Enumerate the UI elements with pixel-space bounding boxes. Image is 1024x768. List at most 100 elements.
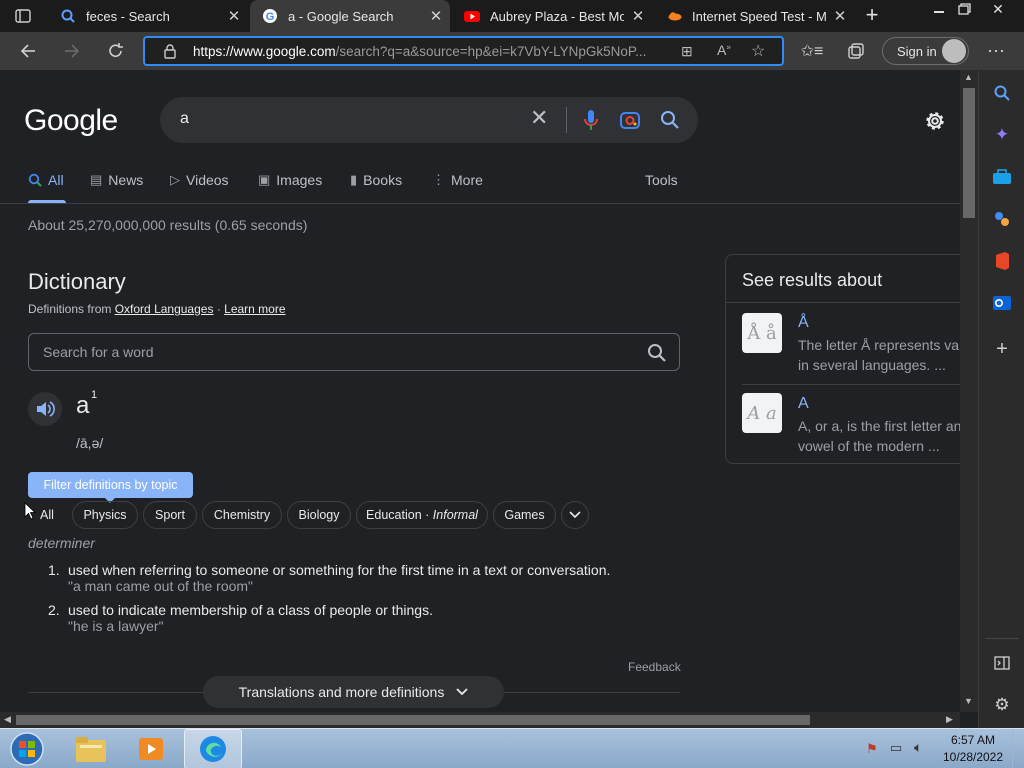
pronunciation-play-button[interactable] [28,392,62,426]
tools-button[interactable]: Tools [645,172,678,188]
sidebar-add-button[interactable]: + [991,338,1013,360]
result-title-link[interactable]: Å [798,314,809,332]
tab-all[interactable]: All [28,172,64,188]
lens-camera-icon[interactable] [620,111,640,129]
google-icon: G [263,9,277,23]
google-logo[interactable]: Google [24,104,118,138]
chip-chemistry[interactable]: Chemistry [202,501,282,529]
result-thumbnail[interactable]: A a [742,393,782,433]
new-tab-button[interactable]: + [860,4,884,28]
vertical-scrollbar[interactable]: ▲ ▼ [960,70,978,712]
sidebar-tools-button[interactable] [991,166,1013,188]
sidebar-settings-button[interactable]: ⚙ [991,694,1013,716]
collections-button[interactable] [840,32,872,70]
sidebar-outlook-button[interactable] [991,292,1013,314]
scroll-left-arrow-icon[interactable]: ◀ [4,714,11,725]
scroll-up-arrow-icon[interactable]: ▲ [964,72,973,82]
vertical-scroll-thumb[interactable] [963,88,975,218]
minimize-button[interactable] [928,2,950,16]
tab-more[interactable]: ⋮ More [432,172,483,188]
taskbar-media-player-button[interactable] [122,729,180,768]
scroll-right-arrow-icon[interactable]: ▶ [946,714,953,725]
chip-games[interactable]: Games [493,501,556,529]
scroll-down-arrow-icon[interactable]: ▼ [964,696,973,706]
close-tab-icon[interactable]: ✕ [220,7,248,25]
favorites-button[interactable]: ✩≡ [796,32,828,70]
microphone-icon[interactable] [582,109,600,133]
settings-and-more-button[interactable]: ⋯ [980,32,1012,70]
tab-label: All [48,172,64,188]
learn-more-link[interactable]: Learn more [224,302,285,316]
browser-tab-active[interactable]: G a - Google Search ✕ [250,0,450,32]
bing-search-icon [61,9,75,23]
address-bar[interactable]: https://www.google.com/search?q=a&source… [143,36,784,66]
tab-books[interactable]: ▮ Books [350,172,402,188]
favorite-star-icon[interactable]: ☆ [751,41,765,61]
tab-label: Images [276,172,323,188]
result-title-link[interactable]: A [798,395,809,413]
browser-tab[interactable]: feces - Search ✕ [48,0,248,32]
news-icon: ▤ [90,172,103,187]
volume-icon[interactable]: 🔈︎ [914,739,922,756]
search-input[interactable]: a [180,110,189,128]
forward-button[interactable] [56,32,88,70]
oxford-languages-link[interactable]: Oxford Languages [115,302,214,316]
word-search-input[interactable]: Search for a word [28,333,680,371]
feedback-link[interactable]: Feedback [628,660,681,674]
network-icon[interactable]: ▭ [890,740,902,756]
horizontal-scrollbar[interactable]: ◀ ▶ [0,712,960,728]
tab-images[interactable]: ▣ Images [258,172,322,188]
sign-in-button[interactable]: Sign in [882,37,969,65]
tab-news[interactable]: ▤ News [90,172,143,188]
search-icon[interactable] [647,343,667,363]
tab-videos[interactable]: ▷ Videos [170,172,229,188]
browser-tab[interactable]: Aubrey Plaza - Best Mom ✕ [452,0,652,32]
chip-physics[interactable]: Physics [72,501,138,529]
settings-gear-icon[interactable] [922,108,948,134]
tab-label: Videos [186,172,229,188]
more-chips-button[interactable] [561,501,589,529]
refresh-button[interactable] [100,32,132,70]
search-icon[interactable] [660,110,680,130]
sidebar-office-button[interactable] [991,250,1013,272]
chip-biology[interactable]: Biology [287,501,351,529]
translations-more-definitions-button[interactable]: Translations and more definitions [203,676,504,708]
result-thumbnail[interactable]: Å å [742,313,782,353]
tab-actions-button[interactable] [14,7,32,25]
start-button[interactable] [2,729,52,768]
more-definitions-label: Translations and more definitions [238,684,445,700]
horizontal-scroll-thumb[interactable] [16,715,810,725]
apps-icon[interactable]: ⊞ [681,43,693,60]
sign-in-label: Sign in [897,43,937,59]
chip-education[interactable]: Education · Informal [356,501,488,529]
taskbar-clock[interactable]: 6:57 AM 10/28/2022 [940,732,1006,766]
media-player-icon [139,738,163,760]
clear-search-icon[interactable]: ✕ [530,105,548,131]
sidebar-search-button[interactable] [991,82,1013,104]
homograph-number: 1 [91,389,98,401]
show-desktop-button[interactable] [1012,729,1024,768]
action-center-flag-icon[interactable]: ⚑ [866,741,878,757]
lock-icon[interactable] [163,43,177,59]
source-separator: · [216,302,221,316]
browser-tab[interactable]: Internet Speed Test - Mea ✕ [654,0,854,32]
plus-icon: + [996,337,1008,360]
restore-button[interactable] [953,2,975,16]
close-tab-icon[interactable]: ✕ [422,7,450,25]
close-tab-icon[interactable]: ✕ [624,7,652,25]
taskbar-edge-button[interactable] [184,729,242,768]
taskbar-explorer-button[interactable] [62,729,120,768]
see-results-divider [726,302,986,303]
close-tab-icon[interactable]: ✕ [826,7,854,25]
definition-text: used to indicate membership of a class o… [68,602,433,618]
read-aloud-icon[interactable]: A» [717,42,731,58]
sidebar-discover-button[interactable]: ✦ [991,124,1013,146]
see-results-title: See results about [742,270,883,290]
sidebar-collapse-button[interactable] [991,652,1013,674]
back-button[interactable] [12,32,44,70]
tab-label: Books [363,172,403,188]
sidebar-games-button[interactable] [991,208,1013,230]
close-window-button[interactable]: ✕ [982,1,1014,17]
google-search-box[interactable]: a ✕ [160,97,698,143]
chip-sport[interactable]: Sport [143,501,197,529]
